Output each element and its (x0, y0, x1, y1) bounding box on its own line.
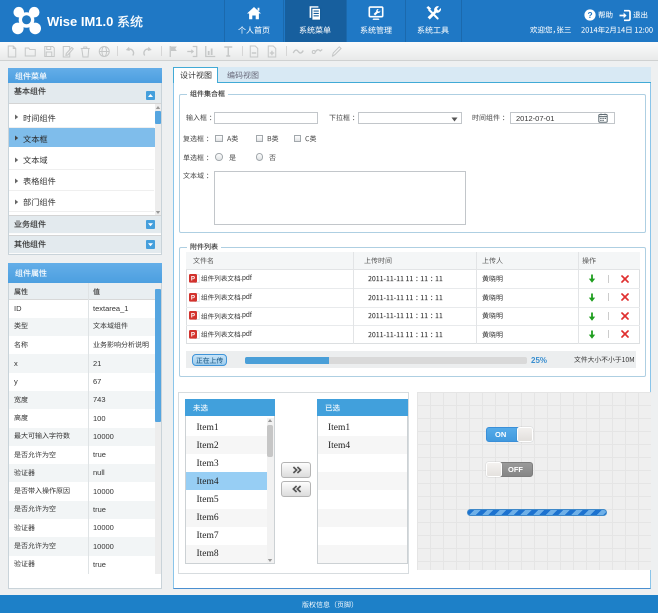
svg-text:P: P (191, 276, 195, 283)
svg-text:?: ? (587, 10, 592, 20)
svg-text:P: P (191, 331, 195, 338)
svg-text:P: P (191, 313, 195, 320)
svg-text:P: P (191, 294, 195, 301)
